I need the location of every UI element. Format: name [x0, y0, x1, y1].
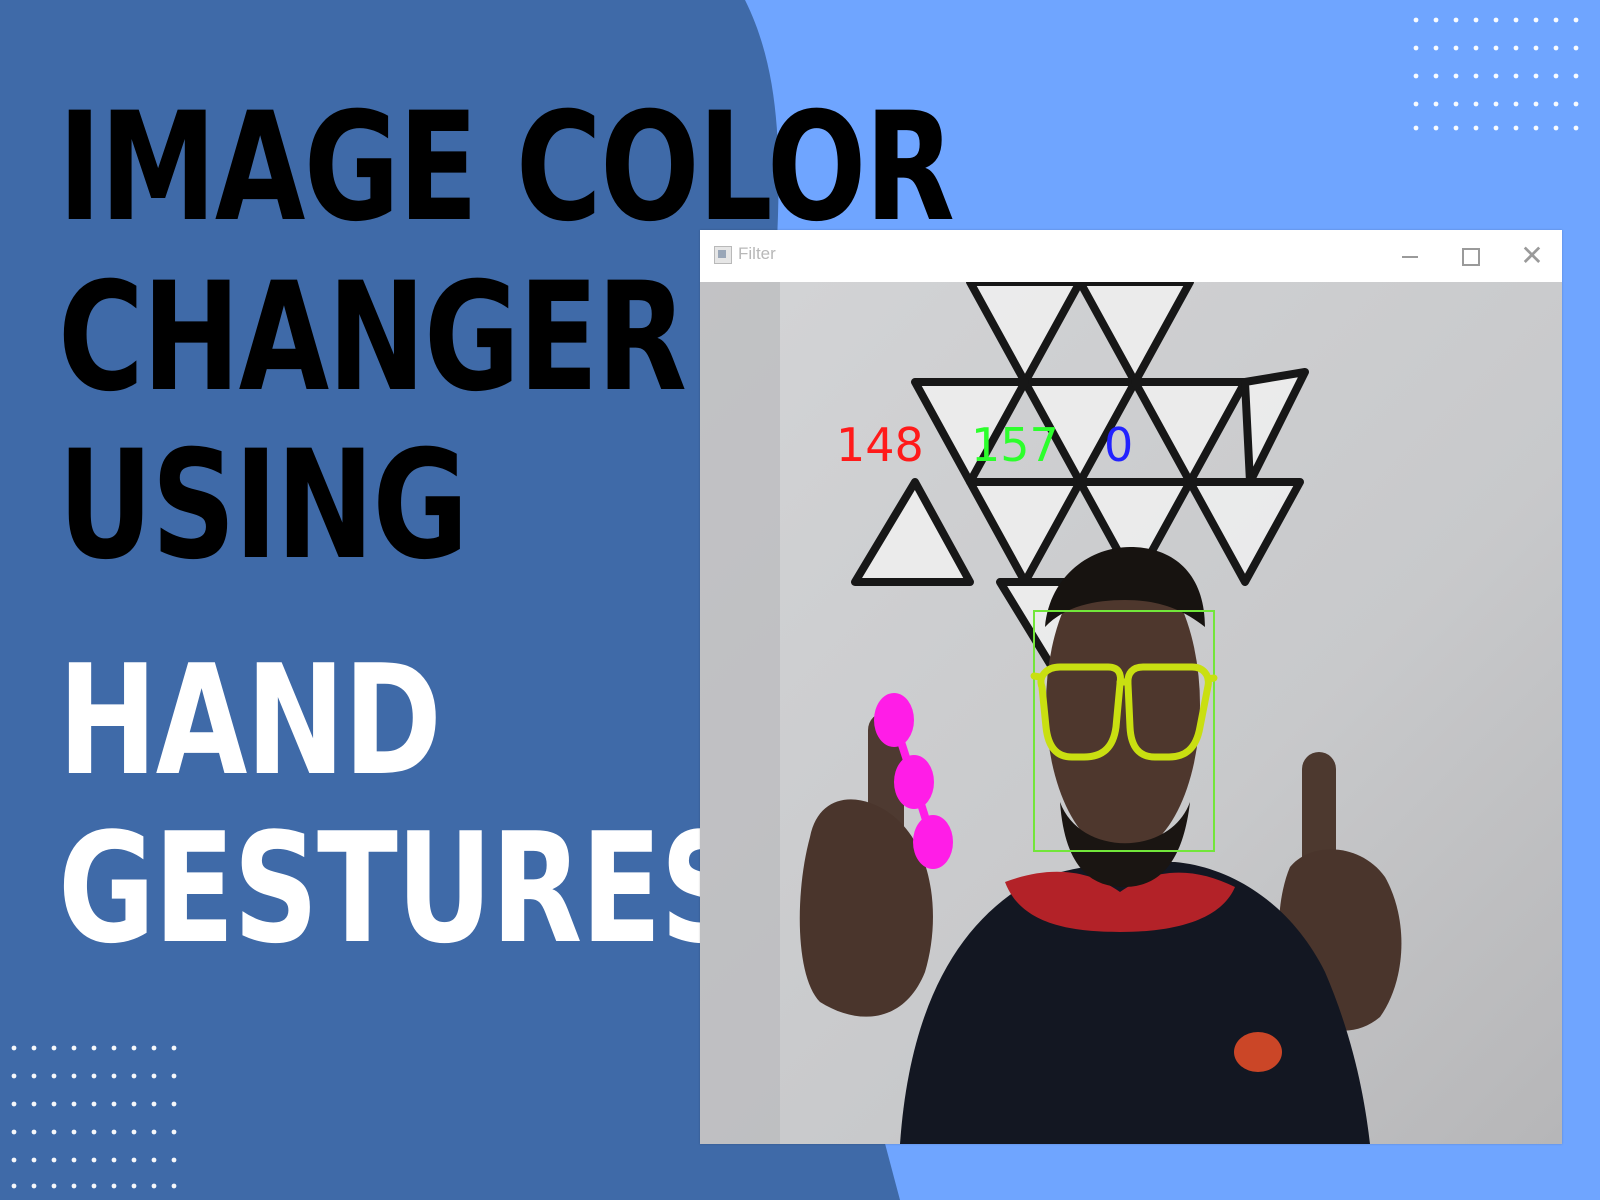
app-icon: [714, 246, 732, 264]
headline-line-5: GESTURES: [58, 800, 746, 977]
dot-grid-top-right: [1413, 17, 1579, 131]
webcam-feed: 148 157 0: [700, 282, 1562, 1144]
shirt-logo: [1234, 1032, 1282, 1072]
headline-line-3: USING: [58, 419, 469, 593]
close-button[interactable]: ✕: [1512, 236, 1552, 276]
minimize-button[interactable]: [1390, 236, 1430, 276]
headline-line-1: IMAGE COLOR: [58, 81, 955, 255]
maximize-button[interactable]: [1450, 236, 1490, 276]
close-icon: ✕: [1520, 240, 1544, 271]
window-titlebar[interactable]: Filter ✕: [700, 230, 1562, 282]
headline-line-2: CHANGER: [58, 251, 687, 425]
green-channel-value: 157: [971, 418, 1059, 472]
window-title: Filter: [738, 244, 776, 263]
wall-shadow-left: [700, 282, 780, 1144]
blue-channel-value: 0: [1104, 418, 1134, 472]
headline-line-4: HAND: [58, 632, 442, 809]
filter-window: Filter ✕ 148 157 0: [700, 230, 1562, 1144]
dot-grid-bottom-left: [11, 1045, 177, 1189]
red-channel-value: 148: [836, 418, 924, 472]
